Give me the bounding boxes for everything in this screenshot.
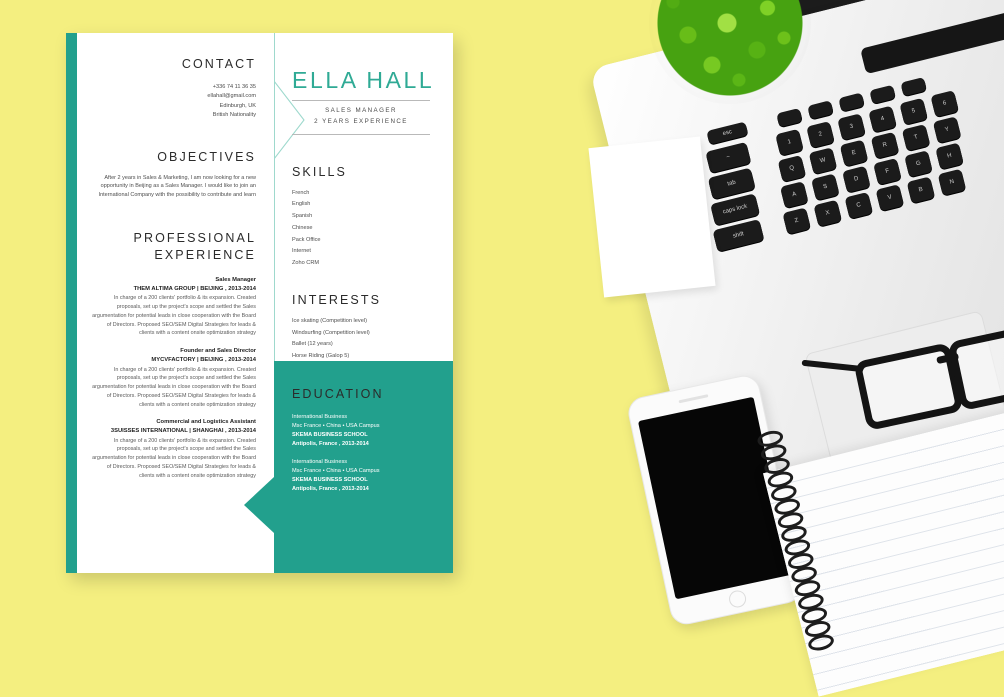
education-campus: Msc France • China • USA Campus [292, 423, 380, 430]
contact-nationality: British Nationality [212, 112, 256, 119]
keyboard-key: S [811, 173, 840, 201]
keyboard-key: esc [706, 121, 749, 145]
experience-description: In charge of a 200 clients' portfolio & … [92, 295, 256, 337]
keyboard-key: Z [782, 207, 812, 235]
potted-plant [649, 0, 811, 104]
education-program: International Business [292, 459, 348, 466]
skill-item: Pack Office [292, 236, 321, 243]
name-rule-top [292, 100, 430, 101]
keyboard-key: W [808, 147, 838, 175]
education-school: SKEMA BUSINESS SCHOOL [292, 477, 368, 484]
keyboard-key: F [873, 157, 902, 186]
skill-item: English [292, 201, 311, 208]
keyboard-key [807, 100, 834, 120]
education-list: International Business Msc France • China… [292, 413, 435, 494]
white-card [588, 136, 716, 298]
candidate-subtitle: SALES MANAGER 2 YEARS EXPERIENCE [292, 106, 430, 128]
skill-item: Spanish [292, 213, 313, 220]
name-rule-bottom [292, 133, 430, 135]
education-block: EDUCATION International Business Msc Fran… [244, 361, 453, 573]
experience-description: In charge of a 200 clients' portfolio & … [92, 437, 256, 479]
experience-role: Sales Manager [215, 277, 256, 284]
interests-list: Ice skating (Competition level) Windsurfi… [292, 316, 435, 363]
experience-company: THEM ALTIMA GROUP | BEIJING , 2013-2014 [133, 285, 256, 292]
education-entry: International Business Msc France • China… [292, 458, 435, 494]
experience-heading-line1: PROFESSIONAL [133, 231, 256, 246]
experience-company: MYCVFACTORY | BEIJING , 2013-2014 [151, 356, 256, 363]
keyboard-key: V [875, 184, 905, 212]
interest-item: Windsurfing (Competition level) [292, 329, 370, 336]
experience-company: 3SUISSES INTERNATIONAL | SHANGHAI , 2013… [110, 427, 256, 434]
candidate-name: ELLA HALL [292, 67, 435, 93]
experience-role: Founder and Sales Director [180, 348, 256, 355]
experience-role: Commercial and Logistics Assistant [156, 419, 256, 426]
keyboard-key: 6 [930, 90, 960, 118]
keyboard-key: C [844, 191, 874, 220]
contact-phone: +336 74 11 36 35 [212, 84, 256, 90]
keyboard-key: T [901, 124, 931, 152]
phone-screen [637, 396, 792, 600]
keyboard-key: G [904, 150, 933, 178]
experience-heading: PROFESSIONAL EXPERIENCE [91, 230, 256, 264]
subtitle-line2: 2 YEARS EXPERIENCE [314, 117, 408, 125]
skill-item: Zoho CRM [292, 260, 320, 267]
phone-home-button [726, 588, 748, 610]
experience-entry: Commercial and Logistics Assistant 3SUISS… [91, 418, 256, 480]
education-program: International Business [292, 414, 348, 420]
desk-scene: esc ~1 2 3 4 5 6 tab Q W E R T Ycaps lock A S D F G Hshift Z… [0, 0, 1004, 697]
resume-right-column: ELLA HALL SALES MANAGER 2 YEARS EXPERIEN… [244, 33, 453, 573]
interest-item: Ice skating (Competition level) [292, 317, 367, 324]
experience-list: Sales Manager THEM ALTIMA GROUP | BEIJING… [91, 276, 256, 480]
skill-item: Internet [292, 248, 311, 255]
phone-speaker [678, 394, 709, 404]
contact-location: Edinburgh, UK [219, 102, 256, 109]
keyboard-key: 5 [899, 97, 928, 126]
keyboard-key: Y [932, 116, 962, 144]
education-campus: Msc France • China • USA Campus [292, 468, 380, 475]
keyboard-key: B [906, 176, 936, 204]
education-heading: EDUCATION [292, 387, 384, 401]
education-location: Antipolis, France , 2013-2014 [292, 441, 369, 448]
experience-description: In charge of a 200 clients' portfolio & … [92, 366, 256, 408]
skill-item: French [292, 189, 310, 196]
contact-heading: CONTACT [181, 57, 256, 71]
education-notch-arrow [244, 477, 274, 533]
keyboard-key: D [842, 165, 871, 193]
contact-lines: +336 74 11 36 35 ellahall@gmail.com Edin… [91, 83, 256, 121]
interests-heading: INTERESTS [292, 292, 382, 307]
skills-heading: SKILLS [292, 164, 347, 179]
keyboard-key: Q [777, 155, 807, 183]
contact-email: ellahall@gmail.com [207, 93, 256, 100]
keyboard-key [838, 92, 865, 112]
experience-entry: Founder and Sales Director MYCVFACTORY | … [91, 347, 256, 409]
education-entry: International Business Msc France • China… [292, 413, 435, 449]
keyboard-key: H [935, 142, 964, 170]
keyboard-key: N [937, 168, 967, 196]
keyboard-key: 4 [868, 105, 897, 133]
skill-item: Chinese [292, 224, 313, 231]
resume-page: CONTACT +336 74 11 36 35 ellahall@gmail.… [66, 33, 453, 573]
experience-entry: Sales Manager THEM ALTIMA GROUP | BEIJING… [91, 276, 256, 338]
keyboard-key: 2 [806, 121, 835, 149]
keyboard-key: A [779, 181, 809, 209]
experience-heading-line2: EXPERIENCE [154, 248, 256, 263]
keyboard-key: 1 [775, 128, 804, 156]
objectives-text: After 2 years in Sales & Marketing, I am… [98, 174, 256, 199]
objectives-heading: OBJECTIVES [157, 149, 256, 164]
keyboard-key [900, 76, 928, 97]
education-school: SKEMA BUSINESS SCHOOL [292, 432, 368, 439]
keyboard-key: R [870, 131, 900, 159]
subtitle-line1: SALES MANAGER [325, 107, 397, 114]
accent-rail [66, 33, 77, 573]
keyboard-key [869, 84, 896, 105]
interest-item: Ballet (12 years) [292, 341, 333, 348]
keyboard-key [776, 107, 803, 128]
keyboard-key: E [839, 139, 869, 167]
keyboard-key: 3 [837, 113, 866, 141]
skills-list: French English Spanish Chinese Pack Office In… [292, 188, 435, 270]
education-location: Antipolis, France , 2013-2014 [292, 486, 369, 493]
keyboard-key: X [813, 199, 843, 227]
